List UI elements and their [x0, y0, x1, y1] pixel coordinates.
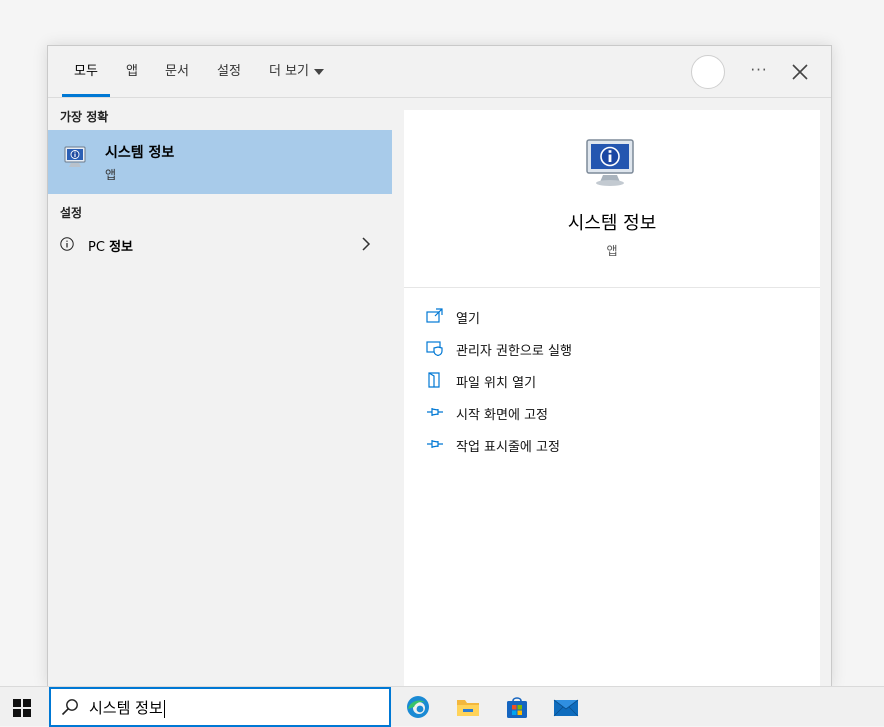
settings-item-name: 정보 — [109, 240, 133, 255]
detail-subtitle: 앱 — [606, 244, 618, 258]
caret-down-icon — [314, 68, 325, 75]
search-panel: 모두 앱 문서 설정 더 보기 ··· 가장 정확 시스템 정보 앱 설정 PC… — [47, 45, 832, 688]
store-icon[interactable] — [504, 694, 530, 720]
tab-more[interactable]: 더 보기 — [269, 46, 325, 98]
filter-tabs: 모두 앱 문서 설정 더 보기 ··· — [48, 46, 831, 98]
settings-item-pc-info[interactable]: PC 정보 — [48, 229, 392, 261]
more-options-icon[interactable]: ··· — [748, 55, 770, 87]
close-icon[interactable] — [788, 60, 812, 84]
action-open-label: 열기 — [456, 312, 480, 327]
divider — [404, 287, 820, 288]
action-pin-to-taskbar[interactable]: 작업 표시줄에 고정 — [426, 433, 726, 457]
search-input-value: 시스템 정보 — [89, 699, 163, 717]
avatar[interactable] — [691, 55, 725, 89]
best-match-name: 시스템 정보 — [105, 145, 175, 161]
action-run-as-admin[interactable]: 관리자 권한으로 실행 — [426, 337, 726, 361]
tab-apps[interactable]: 앱 — [126, 46, 138, 98]
mail-icon[interactable] — [553, 694, 579, 720]
tab-settings[interactable]: 설정 — [217, 46, 241, 98]
system-information-icon — [64, 146, 86, 167]
action-open-file-location[interactable]: 파일 위치 열기 — [426, 369, 726, 393]
pin-icon — [427, 440, 443, 448]
action-open[interactable]: 열기 — [426, 305, 726, 329]
taskbar-search-box[interactable]: 시스템 정보 — [49, 687, 391, 727]
action-run-as-admin-label: 관리자 권한으로 실행 — [456, 344, 572, 359]
tab-all[interactable]: 모두 — [62, 46, 110, 98]
action-open-file-location-label: 파일 위치 열기 — [456, 376, 537, 391]
settings-item-label: PC 정보 — [88, 236, 133, 255]
chevron-right-icon — [362, 237, 371, 251]
settings-item-prefix: PC — [88, 240, 105, 255]
admin-shield-icon — [426, 341, 443, 356]
system-information-large-icon — [586, 139, 634, 186]
detail-title: 시스템 정보 — [567, 213, 657, 234]
action-pin-to-taskbar-label: 작업 표시줄에 고정 — [456, 440, 560, 455]
edge-icon[interactable] — [405, 694, 431, 720]
action-pin-to-start-label: 시작 화면에 고정 — [456, 408, 548, 423]
file-location-icon — [428, 372, 440, 388]
file-explorer-icon[interactable] — [455, 694, 481, 720]
settings-heading: 설정 — [60, 206, 83, 220]
detail-pane: 시스템 정보 앱 열기 관리자 권한으로 실행 파일 위치 열기 시작 화면에 … — [404, 110, 820, 688]
info-icon — [60, 237, 74, 251]
search-icon — [61, 699, 78, 716]
best-match-heading: 가장 정확 — [60, 110, 109, 124]
best-match-type: 앱 — [105, 168, 117, 182]
tab-more-label: 더 보기 — [269, 64, 310, 79]
tab-documents[interactable]: 문서 — [165, 46, 189, 98]
action-pin-to-start[interactable]: 시작 화면에 고정 — [426, 401, 726, 425]
pin-icon — [427, 408, 443, 416]
best-match-item[interactable]: 시스템 정보 앱 — [48, 130, 392, 194]
open-icon — [426, 308, 443, 323]
windows-start-icon[interactable] — [13, 699, 31, 717]
taskbar: 시스템 정보 — [0, 686, 884, 727]
search-input[interactable]: 시스템 정보 — [89, 697, 165, 718]
text-cursor — [163, 699, 165, 718]
